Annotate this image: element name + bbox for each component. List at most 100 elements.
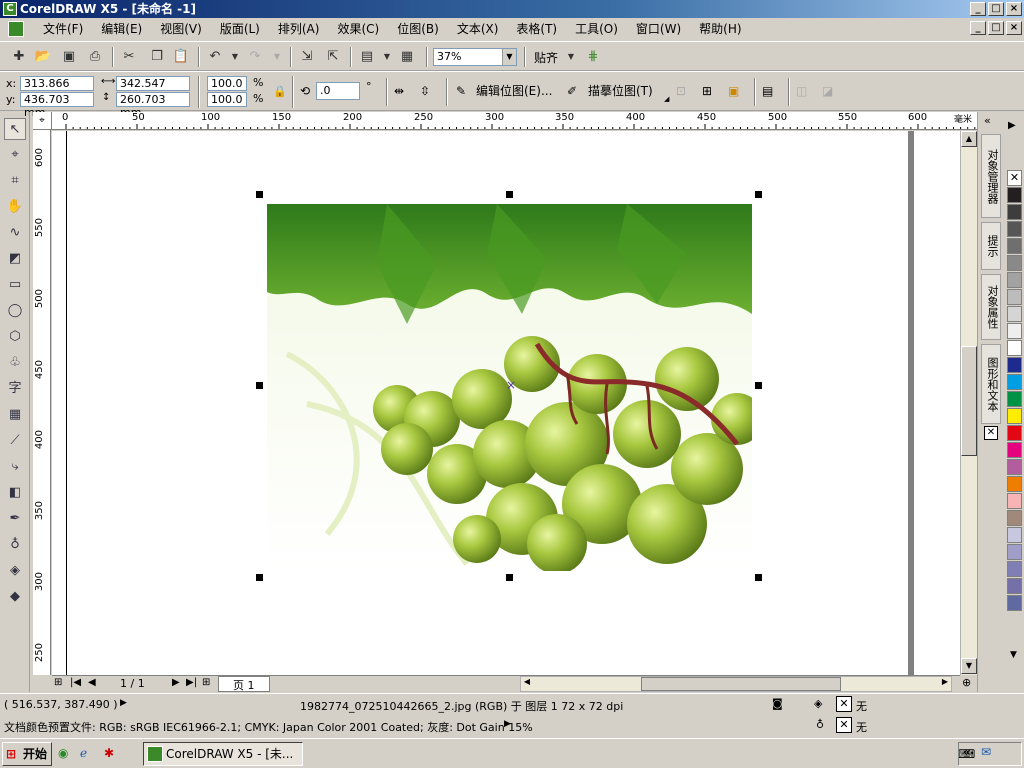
palette-swatch[interactable] [1007, 510, 1022, 526]
to-back-icon[interactable]: ◪ [822, 82, 833, 100]
selection-handle-w[interactable] [256, 382, 263, 389]
docker-tab-object-manager[interactable]: 对象管理器 [981, 134, 1001, 218]
coords-arrow-icon[interactable]: ▶ [120, 698, 127, 708]
menu-tools[interactable]: 工具(O) [566, 18, 627, 40]
menu-window[interactable]: 窗口(W) [627, 18, 690, 40]
fill-none-swatch[interactable]: ✕ [836, 696, 852, 712]
quicklaunch-icon[interactable]: ✱ [104, 746, 114, 760]
minimize-button[interactable]: _ [970, 2, 986, 16]
paste-icon[interactable]: 📋 [172, 48, 190, 66]
x-position-field[interactable]: 313.866 mm [20, 76, 94, 103]
undo-dropdown-icon[interactable]: ▼ [226, 48, 244, 66]
status-target-icon[interactable]: ◙ [772, 697, 783, 710]
selection-handle-nw[interactable] [256, 191, 263, 198]
bitmap-color-mask-icon[interactable]: ▣ [728, 82, 739, 100]
docker-collapse-icon[interactable]: « [984, 114, 991, 127]
selection-handle-ne[interactable] [755, 191, 762, 198]
trace-bitmap-icon[interactable]: ✐ [567, 82, 577, 100]
ie-icon[interactable]: ℯ [80, 746, 87, 760]
width-field[interactable]: 342.547 mm [116, 76, 190, 103]
menu-table[interactable]: 表格(T) [507, 18, 566, 40]
menu-effects[interactable]: 效果(C) [328, 18, 388, 40]
selection-handle-s[interactable] [506, 574, 513, 581]
coreldraw-app-icon[interactable]: C [3, 2, 17, 16]
new-document-icon[interactable]: ✚ [10, 48, 28, 66]
docker-tab-object-properties[interactable]: 对象属性 [981, 274, 1001, 340]
palette-swatch[interactable] [1007, 340, 1022, 356]
vertical-ruler[interactable]: 600 550 500 450 400 350 300 250 [33, 130, 51, 675]
scroll-right-icon[interactable]: ▶ [939, 677, 951, 691]
wrap-text-icon[interactable]: ▤ [762, 82, 773, 100]
mirror-vertical-icon[interactable]: ⇳ [420, 82, 430, 100]
palette-swatch[interactable] [1007, 408, 1022, 424]
palette-swatch[interactable] [1007, 544, 1022, 560]
document-icon[interactable] [8, 21, 24, 37]
pan-tool-icon[interactable]: ✋ [4, 196, 26, 218]
menu-edit[interactable]: 编辑(E) [92, 18, 151, 40]
menu-file[interactable]: 文件(F) [34, 18, 92, 40]
smart-fill-tool-icon[interactable]: ◩ [4, 248, 26, 270]
palette-swatch[interactable] [1007, 476, 1022, 492]
docker-tab-hints[interactable]: 提示 [981, 222, 1001, 270]
to-front-icon[interactable]: ◫ [796, 82, 807, 100]
connector-tool-icon[interactable]: ⤷ [4, 456, 26, 478]
add-page-after-icon[interactable]: ⊞ [202, 677, 210, 688]
selection-handle-n[interactable] [506, 191, 513, 198]
lock-ratio-icon[interactable]: 🔒 [273, 83, 287, 101]
taskbar-coreldraw-item[interactable]: CorelDRAW X5 - [未... [143, 742, 303, 766]
outline-pen-tool-icon[interactable]: ♁ [4, 534, 26, 556]
next-page-icon[interactable]: ▶ [172, 677, 180, 688]
palette-swatch[interactable] [1007, 578, 1022, 594]
grapes-bitmap[interactable]: × [267, 204, 752, 571]
pick-tool-icon[interactable]: ↖ [4, 118, 26, 140]
first-page-icon[interactable]: |◀ [70, 677, 81, 688]
edit-bitmap-icon[interactable]: ✎ [456, 82, 466, 100]
selection-handle-e[interactable] [755, 382, 762, 389]
edit-bitmap-button[interactable]: 编辑位图(E)... [476, 82, 552, 100]
docker-tab-graphic-text[interactable]: 图形和文本 [981, 344, 1001, 424]
selection-handle-se[interactable] [755, 574, 762, 581]
scroll-thumb[interactable] [961, 346, 977, 456]
welcome-screen-icon[interactable]: ▦ [398, 48, 416, 66]
horizontal-scrollbar[interactable]: ◀ ▶ [520, 676, 952, 692]
launcher-dropdown-icon[interactable]: ▼ [378, 48, 396, 66]
scale-height-field[interactable]: 100.0 [207, 92, 247, 107]
snap-dropdown-icon[interactable]: ▼ [562, 48, 580, 66]
palette-swatch[interactable] [1007, 374, 1022, 390]
palette-swatch[interactable] [1007, 442, 1022, 458]
palette-swatch[interactable] [1007, 561, 1022, 577]
basic-shapes-tool-icon[interactable]: ♧ [4, 352, 26, 374]
doc-restore-button[interactable]: □ [988, 21, 1004, 35]
table-tool-icon[interactable]: ▦ [4, 404, 26, 426]
palette-swatch[interactable] [1007, 357, 1022, 373]
profile-arrow-icon[interactable]: ▶ [504, 719, 511, 729]
close-button[interactable]: × [1006, 2, 1022, 16]
zoom-level-combo[interactable]: 37% ▼ [433, 48, 517, 66]
dimension-tool-icon[interactable]: ⟋ [4, 430, 26, 452]
palette-scroll-down-icon[interactable]: ▼ [1010, 650, 1017, 660]
open-folder-icon[interactable]: 📂 [34, 48, 52, 66]
doc-close-button[interactable]: × [1006, 21, 1022, 35]
menu-view[interactable]: 视图(V) [151, 18, 211, 40]
swatch-none[interactable]: ✕ [1007, 170, 1022, 186]
menu-help[interactable]: 帮助(H) [690, 18, 750, 40]
snap-to-menu[interactable]: 贴齐 [534, 49, 558, 66]
scroll-left-icon[interactable]: ◀ [521, 677, 533, 691]
scroll-down-icon[interactable]: ▼ [961, 658, 977, 674]
print-icon[interactable]: ⎙ [86, 48, 104, 66]
menu-text[interactable]: 文本(X) [448, 18, 508, 40]
cut-icon[interactable]: ✂ [120, 48, 138, 66]
application-launcher-icon[interactable]: ▤ [358, 48, 376, 66]
menu-layout[interactable]: 版面(L) [211, 18, 269, 40]
maximize-button[interactable]: □ [988, 2, 1004, 16]
y-position-field[interactable]: 436.703 mm [20, 92, 94, 119]
scale-width-field[interactable]: 100.0 [207, 76, 247, 91]
resample-icon[interactable]: ⊞ [702, 82, 712, 100]
page-tab[interactable]: 页 1 [218, 676, 270, 692]
import-icon[interactable]: ⇲ [298, 48, 316, 66]
palette-swatch[interactable] [1007, 221, 1022, 237]
palette-swatch[interactable] [1007, 493, 1022, 509]
save-icon[interactable]: ▣ [60, 48, 78, 66]
height-field[interactable]: 260.703 mm [116, 92, 190, 119]
crop-tool-icon[interactable]: ⌗ [4, 170, 26, 192]
